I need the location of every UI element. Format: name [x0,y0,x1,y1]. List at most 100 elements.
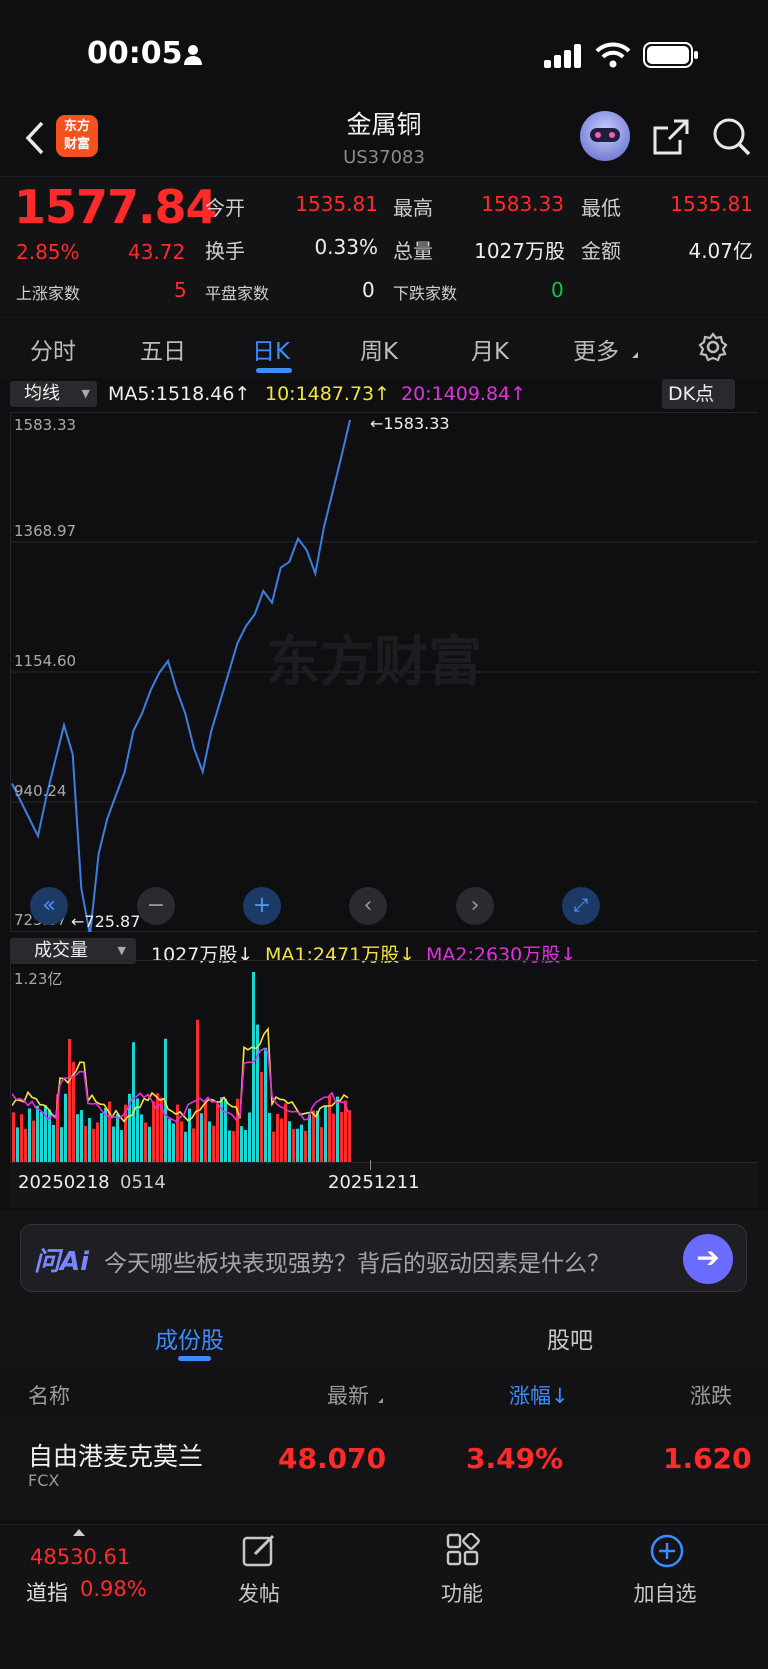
index-name: 道指 [26,1581,68,1605]
volume-bar [20,1114,23,1162]
volume-bar [12,1112,15,1162]
stock-ticker: FCX [28,1471,60,1490]
stock-change: 1.620 [663,1442,752,1475]
tab-five-day[interactable]: 五日 [140,332,186,366]
next-button[interactable]: › [456,887,494,925]
volume-bar [284,1103,287,1162]
volume-bar [40,1112,43,1162]
functions-label[interactable]: 功能 [412,1578,512,1608]
post-label[interactable]: 发帖 [209,1578,309,1608]
rewind-button[interactable]: « [30,887,68,925]
dk-point-toggle[interactable]: DK点 [662,379,735,409]
index-up-arrow-icon [73,1529,85,1536]
col-change[interactable]: 涨跌 [690,1380,768,1410]
volume-bar [280,1118,283,1162]
volume-bar [24,1128,27,1162]
volume-bar [144,1122,147,1162]
share-icon[interactable] [652,118,690,156]
volume-bar [76,1114,79,1162]
volume-bars [12,972,351,1162]
volume-bar [308,1114,311,1162]
zoom-in-button[interactable]: + [243,887,281,925]
battery-icon [643,42,698,68]
x-label-start: 20250218 [18,1172,110,1193]
ma10-value: 10:1487.73↑ [265,383,391,405]
volume-bar [252,972,255,1162]
ma-selector[interactable]: 均线 ▼ [10,381,97,407]
high-label: 最高 [393,196,433,220]
min-price-marker: ←725.87 [71,912,141,931]
tab-intraday[interactable]: 分时 [30,332,76,366]
col-latest[interactable]: 最新 [327,1380,369,1410]
volume-bar [68,1038,71,1162]
volume-ma-line [12,1026,349,1123]
volume-bar [288,1121,291,1162]
volume-bar [248,1112,251,1162]
functions-icon[interactable] [446,1533,480,1567]
change-value: 43.72 [128,240,186,264]
y-tick-3: 1154.60 [14,652,77,670]
col-change-pct[interactable]: 涨幅↓ [509,1380,569,1410]
flat-count-label: 平盘家数 [205,284,270,303]
volume-bar [32,1120,35,1162]
volume-bar [60,1127,63,1162]
tab-forum[interactable]: 股吧 [547,1321,593,1355]
tab-monthly-k[interactable]: 月K [471,332,509,366]
index-pct: 0.98% [80,1577,147,1601]
volume-bar [276,1113,279,1162]
volume-bar [84,1125,87,1162]
volume-label: 总量 [393,239,433,263]
chart-watermark: 东方财富 [266,630,482,693]
volume-bar [184,1131,187,1162]
tab-more[interactable]: 更多 [573,332,619,366]
low-value: 1535.81 [670,192,753,216]
wifi-icon [595,42,631,68]
down-count: 0 [551,278,564,302]
zoom-out-button[interactable]: − [137,887,175,925]
up-count-label: 上涨家数 [16,284,81,303]
add-watch-icon[interactable] [649,1533,685,1569]
low-label: 最低 [581,196,621,220]
volume-bar [132,1042,135,1162]
volume-bar [348,1110,351,1162]
volume-bar [240,1126,243,1162]
turnover-label: 换手 [205,239,245,263]
volume-bar [172,1123,175,1162]
x-label-mid: 0514 [120,1172,166,1193]
volume-bar [340,1112,343,1162]
fullscreen-button[interactable]: ⤢ [562,887,600,925]
volume-bar [232,1131,235,1162]
signal-icon [544,44,581,68]
volume-bar [312,1110,315,1162]
y-tick-4: 940.24 [14,782,67,800]
prev-button[interactable]: ‹ [349,887,387,925]
settings-icon[interactable] [698,332,728,362]
flat-count: 0 [362,278,375,302]
index-value[interactable]: 48530.61 [30,1545,130,1569]
volume-bar [88,1117,91,1162]
price-chart-svg: 东方财富 [10,419,758,932]
ai-send-button[interactable]: ➔ [683,1234,733,1284]
volume-bar [260,1071,263,1162]
volume-bar [168,1119,171,1162]
y-tick-max: 1583.33 [14,416,77,434]
x-label-end: 20251211 [328,1172,420,1193]
volume-bar [92,1128,95,1162]
status-time: 00:05 [87,36,183,71]
volume-bar [36,1105,39,1162]
turnover-value: 0.33% [314,235,378,259]
ai-prompt-text[interactable]: 今天哪些板块表现强势？背后的驱动因素是什么？ [104,1244,610,1278]
edit-icon[interactable] [242,1533,276,1567]
down-count-label: 下跌家数 [393,284,458,303]
tab-components[interactable]: 成份股 [155,1321,224,1355]
sort-triangle-icon [378,1398,383,1403]
tab-weekly-k[interactable]: 周K [360,332,398,366]
volume-value: 1027万股 [474,239,565,263]
robot-assistant-icon[interactable] [580,111,630,161]
add-watch-label[interactable]: 加自选 [615,1578,715,1608]
volume-bar [332,1113,335,1162]
volume-bar [264,1047,267,1162]
tab-daily-k[interactable]: 日K [252,332,290,366]
search-icon[interactable] [712,117,752,157]
amount-label: 金额 [581,239,621,263]
